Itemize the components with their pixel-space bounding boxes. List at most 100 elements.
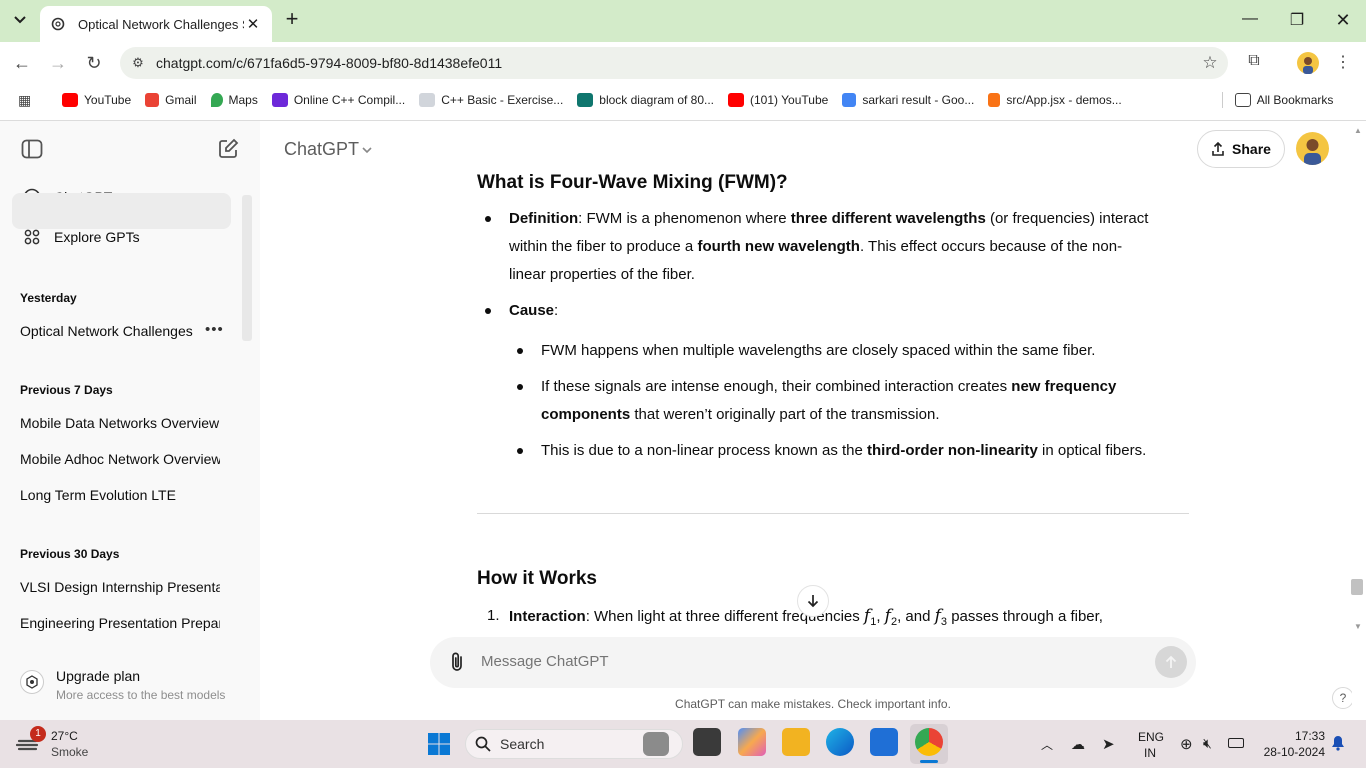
attach-paperclip-icon[interactable] (446, 651, 468, 673)
minimize-button[interactable]: — (1238, 10, 1262, 30)
explore-grid-icon (22, 227, 42, 247)
chat-item-label[interactable]: Optical Network Challenges (20, 323, 200, 339)
task-view-icon[interactable] (693, 728, 721, 756)
chat-item-selected[interactable] (12, 193, 231, 229)
bookmark-label: Online C++ Compil... (293, 93, 406, 107)
horizontal-rule (477, 513, 1189, 514)
message-input[interactable]: Message ChatGPT (481, 653, 1141, 670)
site-info-icon[interactable]: ⚙ (120, 55, 156, 71)
all-bookmarks[interactable]: All Bookmarks (1234, 93, 1334, 107)
search-highlight-icon (643, 732, 669, 756)
notification-bell-icon[interactable] (1331, 735, 1345, 751)
help-button[interactable]: ? (1332, 687, 1354, 709)
bookmark-maps[interactable]: Maps (210, 93, 258, 107)
battery-icon[interactable] (1228, 738, 1244, 748)
new-tab-button[interactable]: + (280, 8, 304, 32)
list-number: 1. (487, 607, 500, 624)
maps-pin-icon (210, 93, 223, 107)
bookmark-gmail[interactable]: Gmail (145, 93, 197, 107)
back-button[interactable]: ← (9, 50, 35, 76)
bookmark-youtube[interactable]: YouTube (62, 93, 131, 107)
weather-temp[interactable]: 27°C (51, 729, 78, 743)
edge-icon[interactable] (826, 728, 854, 756)
sidebar-scrollbar[interactable] (242, 195, 252, 341)
clock-time[interactable]: 17:33 (1265, 729, 1325, 743)
more-options-icon[interactable]: ••• (205, 321, 224, 338)
codesandbox-icon (988, 93, 1001, 107)
restore-button[interactable]: ❐ (1285, 10, 1309, 30)
start-button[interactable] (427, 732, 451, 756)
new-chat-icon[interactable] (217, 138, 239, 160)
step-label: Interaction (509, 608, 586, 625)
bookmark-label: All Bookmarks (1256, 93, 1334, 107)
share-button[interactable]: Share (1197, 130, 1285, 168)
file-explorer-icon[interactable] (782, 728, 810, 756)
reload-button[interactable]: ↻ (81, 50, 107, 76)
address-bar[interactable]: ⚙ chatgpt.com/c/671fa6d5-9794-8009-bf80-… (120, 47, 1228, 79)
scrollbar-thumb[interactable] (1351, 579, 1363, 595)
show-hidden-icons-icon[interactable]: ︿ (1041, 736, 1053, 753)
bookmark-online-cpp[interactable]: Online C++ Compil... (271, 93, 406, 107)
text: that weren’t originally part of the tran… (630, 406, 940, 423)
tab-search-button[interactable] (8, 8, 32, 32)
chevron-down-icon (14, 16, 26, 24)
browser-menu-icon[interactable]: ⋮ (1334, 52, 1352, 74)
chat-item[interactable]: VLSI Design Internship Presentat (20, 579, 220, 595)
lightning-icon (271, 93, 288, 107)
bookmark-star-icon[interactable]: ☆ (1192, 53, 1228, 73)
tab-close-icon[interactable]: ✕ (244, 15, 262, 33)
bookmark-label: src/App.jsx - demos... (1006, 93, 1122, 107)
bullet (485, 308, 491, 314)
chat-item[interactable]: Mobile Data Networks Overview (20, 415, 220, 431)
bookmark-sarkari-result[interactable]: sarkari result - Goo... (842, 93, 974, 107)
chat-item[interactable]: Engineering Presentation Prepar (20, 615, 220, 631)
extensions-icon[interactable]: ⧉ (1243, 52, 1265, 74)
language-eng[interactable]: ENG (1138, 730, 1164, 744)
share-label: Share (1232, 141, 1271, 157)
bookmark-label: YouTube (84, 93, 132, 107)
sub-bullet (517, 348, 523, 354)
profile-avatar[interactable] (1297, 52, 1319, 74)
bookmark-label: sarkari result - Goo... (862, 93, 975, 107)
forward-button[interactable]: → (45, 50, 71, 76)
toggle-sidebar-icon[interactable] (21, 138, 43, 160)
upgrade-plan-link[interactable]: Upgrade plan (56, 668, 140, 684)
globe-network-icon[interactable]: ⊕ (1180, 735, 1193, 753)
bold-text: new frequency (1011, 378, 1117, 395)
store-icon[interactable] (870, 728, 898, 756)
search-label: Search (500, 736, 545, 752)
sidebar-item-explore-gpts[interactable]: Explore GPTs (54, 229, 140, 245)
scroll-down-arrow-icon[interactable]: ▼ (1354, 622, 1362, 631)
share-icon (1212, 141, 1224, 156)
browser-tab[interactable]: Optical Network Challenges Su ✕ (40, 6, 272, 42)
send-button[interactable] (1155, 646, 1187, 678)
chat-item[interactable]: Long Term Evolution LTE (20, 487, 220, 503)
section-heading-how-it-works: How it Works (477, 568, 597, 589)
scroll-up-arrow-icon[interactable]: ▲ (1354, 126, 1362, 135)
chat-item[interactable]: Mobile Adhoc Network Overview (20, 451, 220, 467)
volume-muted-icon[interactable]: 🔇︎ (1203, 735, 1212, 752)
location-arrow-icon[interactable]: ➤ (1102, 735, 1115, 753)
close-window-button[interactable]: ✕ (1331, 10, 1355, 30)
google-icon (145, 93, 160, 107)
apps-grid-icon[interactable]: ▦ (18, 92, 36, 109)
cloud-offline-icon[interactable]: ☁ (1071, 736, 1085, 753)
bookmarks-bar: ▦ YouTube Gmail Maps Online C++ Compil..… (0, 86, 1366, 114)
copilot-icon[interactable] (738, 728, 766, 756)
bookmark-app-jsx[interactable]: src/App.jsx - demos... (988, 93, 1122, 107)
chrome-icon[interactable] (915, 728, 943, 756)
scroll-to-bottom-button[interactable] (797, 585, 829, 617)
message-heading: What is Four-Wave Mixing (FWM)? (477, 172, 788, 193)
youtube-icon (62, 93, 78, 107)
chatgpt-favicon-icon (50, 16, 66, 32)
text: This is due to a non-linear process know… (541, 442, 868, 459)
bookmark-block-diagram[interactable]: block diagram of 80... (577, 93, 714, 107)
bookmark-label: Gmail (165, 93, 197, 107)
user-avatar[interactable] (1296, 132, 1329, 165)
bookmark-youtube-101[interactable]: (101) YouTube (728, 93, 828, 107)
bookmark-label: block diagram of 80... (599, 93, 715, 107)
search-icon (475, 736, 491, 752)
bookmark-cpp-basic[interactable]: C++ Basic - Exercise... (419, 93, 563, 107)
model-selector[interactable]: ChatGPT (284, 139, 359, 160)
sub-bullet (517, 448, 523, 454)
